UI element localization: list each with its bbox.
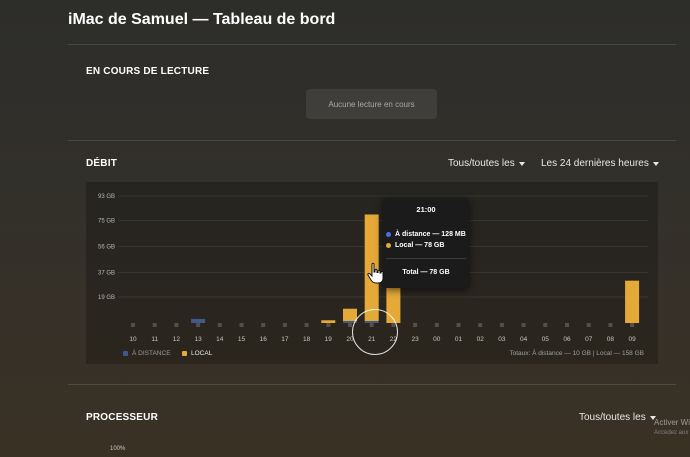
processor-heading: PROCESSEUR — [86, 412, 159, 423]
local-swatch — [182, 351, 187, 356]
activation-watermark-sub: Accédez aux — [654, 430, 689, 436]
tooltip-remote: À distance — 128 MB — [395, 231, 466, 238]
remote-dot-icon — [386, 232, 391, 237]
tooltip-local-row: Local — 78 GB — [386, 242, 444, 249]
legend-remote: À DISTANCE — [123, 350, 171, 357]
processor-users-dropdown[interactable]: Tous/toutes les — [579, 412, 656, 423]
tooltip-divider — [386, 258, 466, 259]
local-dot-icon — [386, 243, 391, 248]
chevron-down-icon — [652, 161, 659, 166]
remote-swatch — [123, 351, 128, 356]
activation-watermark: Activer Wi — [654, 418, 690, 427]
chart-tooltip: 21:00 À distance — 128 MB Local — 78 GB … — [383, 198, 469, 288]
legend-remote-label: À DISTANCE — [132, 350, 171, 357]
divider — [68, 44, 676, 45]
legend-local-label: LOCAL — [191, 350, 213, 357]
time-range-label: Les 24 dernières heures — [541, 158, 649, 169]
tooltip-time: 21:00 — [416, 205, 436, 214]
now-playing-heading: EN COURS DE LECTURE — [86, 66, 210, 77]
page-title: iMac de Samuel — Tableau de bord — [68, 11, 336, 28]
tooltip-local: Local — 78 GB — [395, 242, 445, 249]
click-indicator — [352, 309, 398, 355]
users-filter-label: Tous/toutes les — [448, 158, 515, 169]
divider — [68, 140, 676, 141]
bandwidth-heading: DÉBIT — [86, 158, 117, 169]
processor-users-label: Tous/toutes les — [579, 412, 646, 423]
tooltip-total: Total — 78 GB — [402, 269, 450, 276]
time-range-dropdown[interactable]: Les 24 dernières heures — [541, 158, 659, 169]
legend-local: LOCAL — [182, 350, 212, 357]
chevron-down-icon — [518, 161, 525, 166]
tooltip-remote-row: À distance — 128 MB — [386, 231, 466, 238]
hand-cursor-icon — [367, 262, 384, 284]
users-filter-dropdown[interactable]: Tous/toutes les — [448, 158, 525, 169]
divider — [68, 384, 676, 385]
bandwidth-totals: Totaux: À distance — 10 GB | Local — 158… — [509, 350, 644, 357]
no-playback-message: Aucune lecture en cours — [306, 89, 437, 119]
processor-axis-tick: 100% — [110, 446, 126, 452]
